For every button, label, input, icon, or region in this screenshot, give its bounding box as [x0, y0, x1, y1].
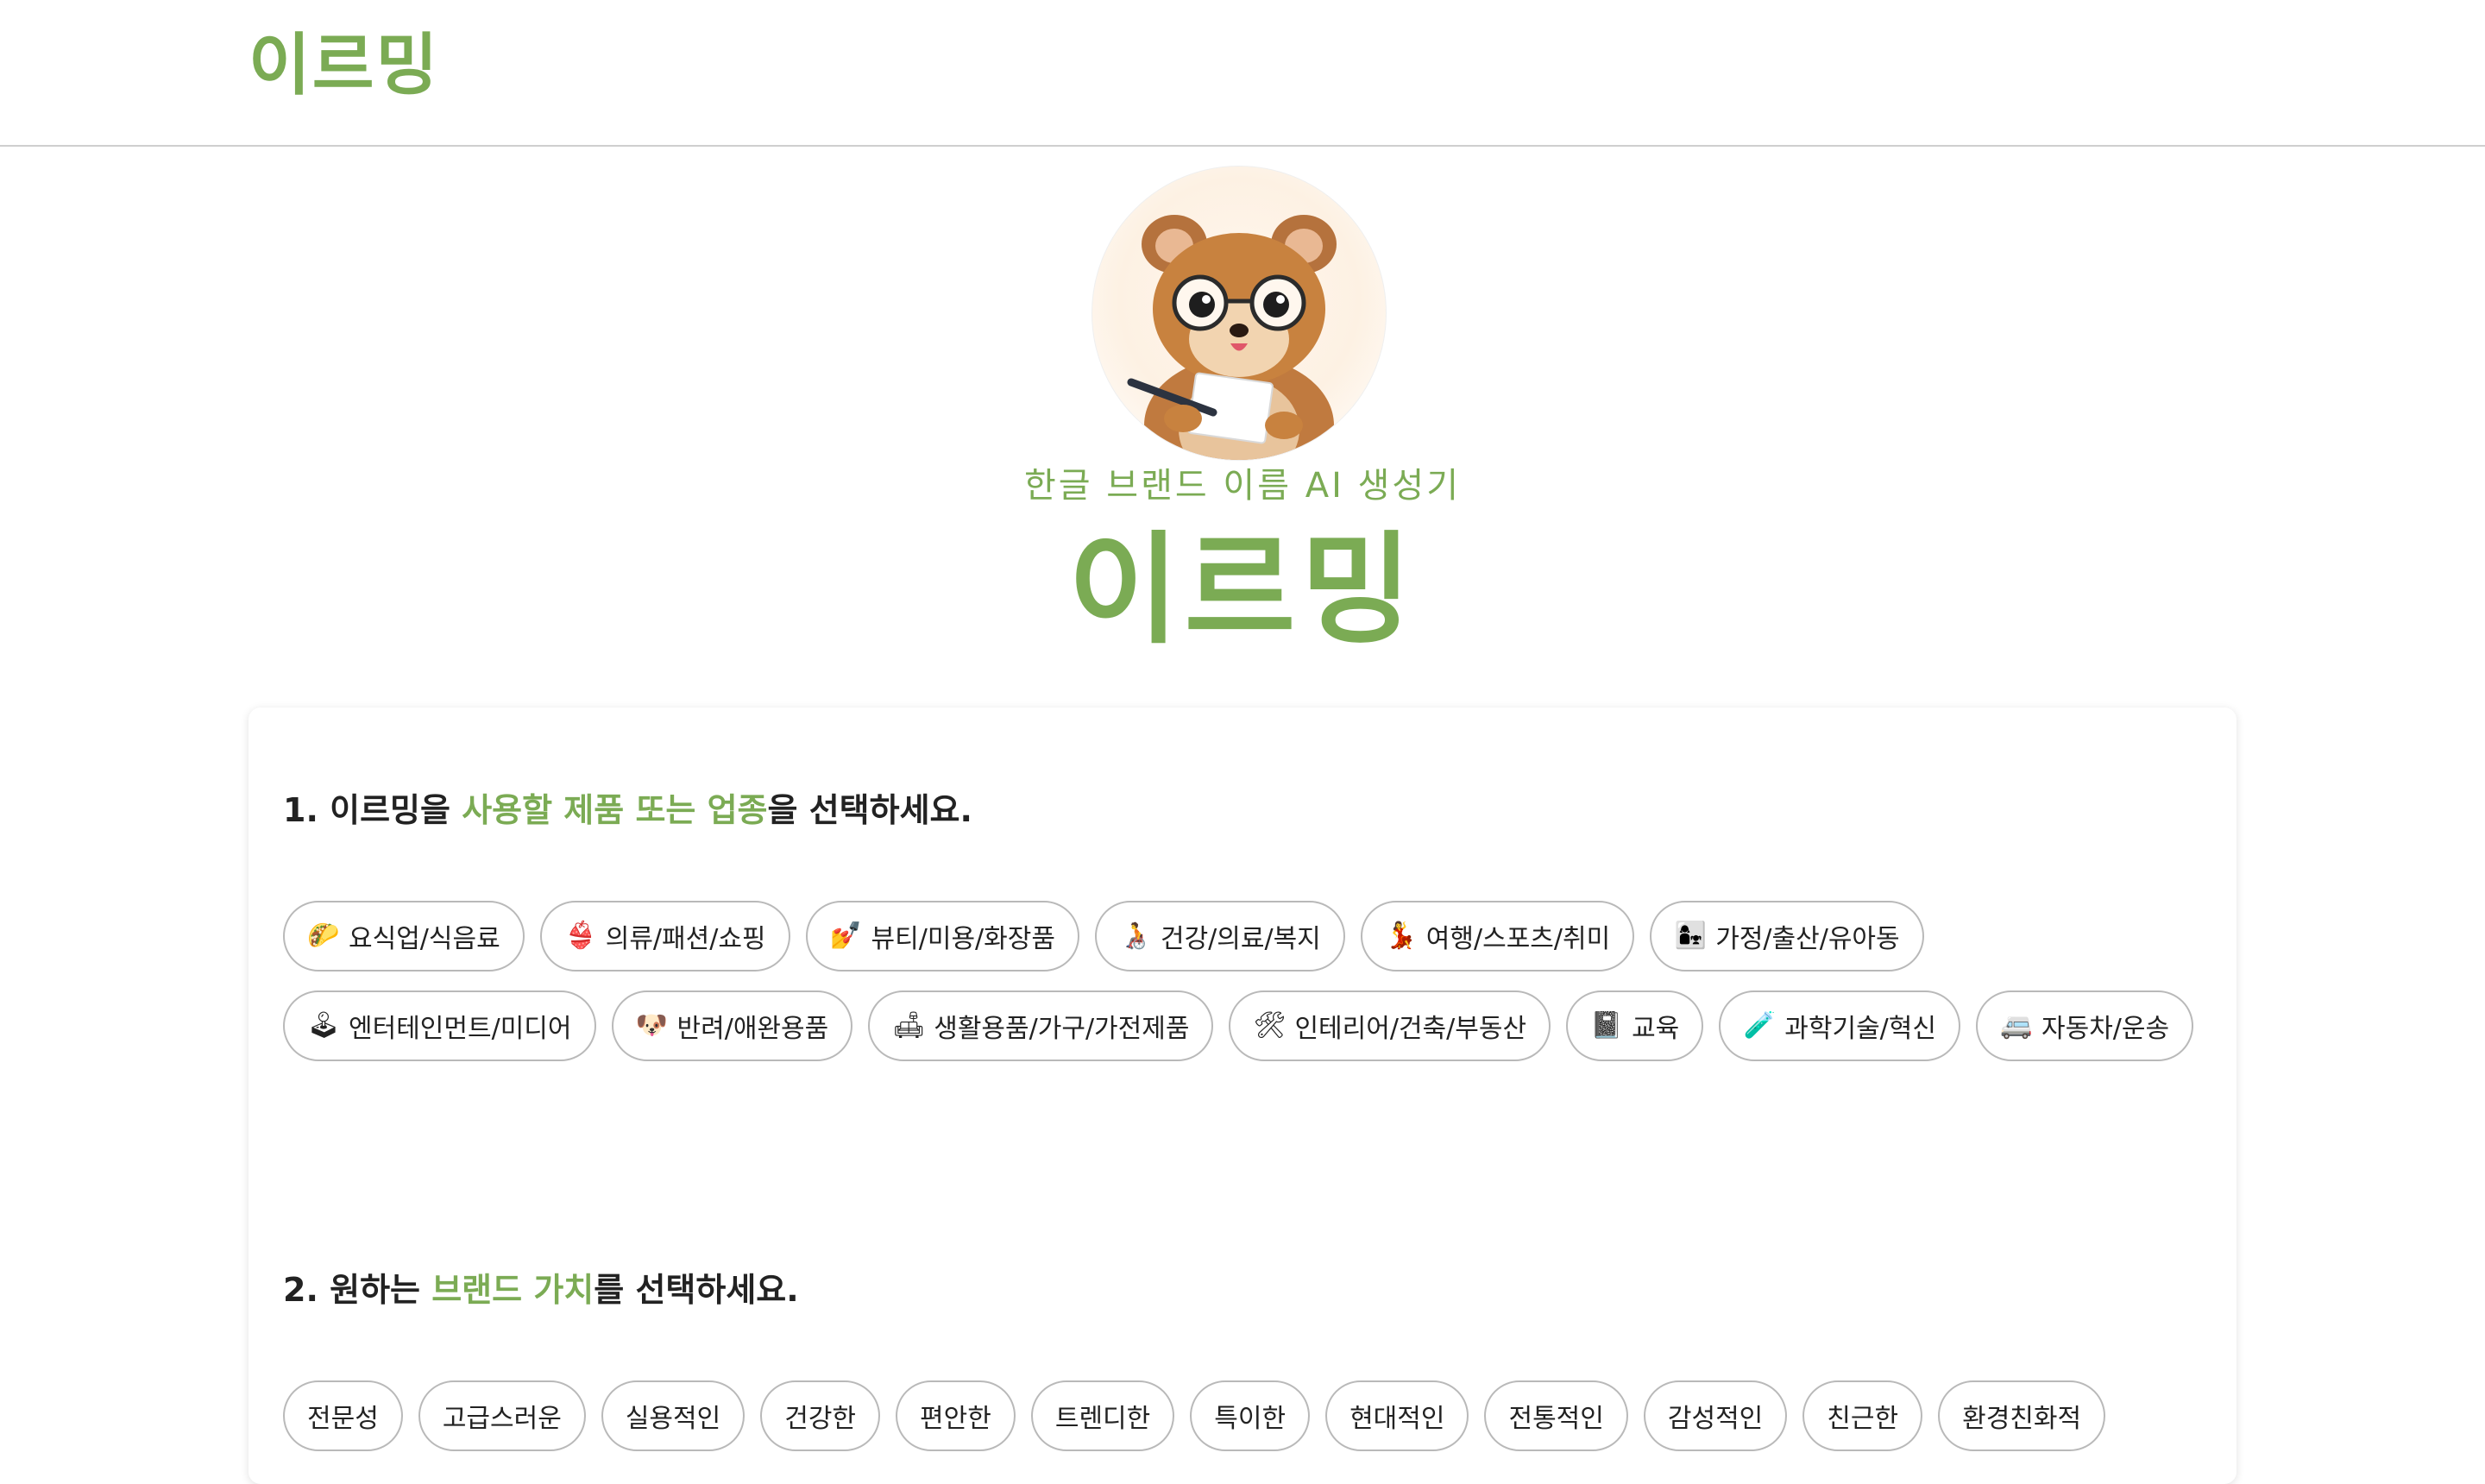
wheelchair-person-icon: 🧑‍🦽: [1119, 921, 1152, 951]
value-chip-emotional[interactable]: 감성적인: [1643, 1380, 1788, 1451]
category-chip-family[interactable]: 👩‍👧 가정/출산/유아동: [1650, 901, 1924, 972]
section-2-title-suffix: 를 선택하세요.: [594, 1271, 799, 1309]
test-tube-icon: 🧪: [1743, 1010, 1776, 1041]
category-chip-health[interactable]: 🧑‍🦽 건강/의료/복지: [1094, 901, 1345, 972]
value-chip-friendly[interactable]: 친근한: [1802, 1380, 1923, 1451]
value-chip-practical[interactable]: 실용적인: [601, 1380, 746, 1451]
couch-icon: 🛋: [892, 1010, 926, 1041]
form-card: 1. 이르밍을 사용할 제품 또는 업종을 선택하세요. 🌮 요식업/식음료 👙 의…: [248, 707, 2236, 1484]
section-1-title-highlight: 사용할 제품 또는 업종: [462, 791, 768, 829]
category-chip-fashion[interactable]: 👙 의류/패션/쇼핑: [539, 901, 790, 972]
chip-label: 교육: [1632, 1014, 1680, 1044]
van-icon: 🚐: [2000, 1010, 2033, 1041]
chip-label: 요식업/식음료: [349, 924, 500, 954]
section-2-title-prefix: 2. 원하는: [283, 1271, 432, 1309]
value-chip-healthy[interactable]: 건강한: [760, 1380, 881, 1451]
category-chip-beauty[interactable]: 💅 뷰티/미용/화장품: [805, 901, 1079, 972]
mascot-avatar: [1092, 166, 1387, 461]
category-chip-food[interactable]: 🌮 요식업/식음료: [283, 901, 525, 972]
value-chip-trendy[interactable]: 트렌디한: [1030, 1380, 1175, 1451]
chip-label: 의류/패션/쇼핑: [605, 924, 766, 954]
chip-label: 인테리어/건축/부동산: [1294, 1014, 1527, 1044]
quokka-mascot-icon: [1127, 215, 1337, 460]
category-chip-auto[interactable]: 🚐 자동차/운송: [1976, 990, 2194, 1061]
category-chip-education[interactable]: 📓 교육: [1566, 990, 1704, 1061]
chip-label: 반려/애완용품: [676, 1014, 829, 1044]
family-icon: 👩‍👧: [1674, 921, 1707, 951]
taco-icon: 🌮: [307, 921, 340, 951]
category-chip-science[interactable]: 🧪 과학기술/혁신: [1719, 990, 1960, 1061]
dancer-icon: 💃: [1385, 921, 1418, 951]
category-chip-pet[interactable]: 🐶 반려/애완용품: [611, 990, 853, 1061]
category-row-1: 🌮 요식업/식음료 👙 의류/패션/쇼핑 💅 뷰티/미용/화장품 🧑‍🦽 건강/의료/복…: [283, 901, 1924, 972]
hero-section: 한글 브랜드 이름 AI 생성기 이르밍: [0, 147, 2485, 699]
section-2-title: 2. 원하는 브랜드 가치를 선택하세요.: [283, 1268, 799, 1311]
chip-label: 엔터테인먼트/미디어: [349, 1014, 572, 1044]
category-chip-entertainment[interactable]: 🕹 엔터테인먼트/미디어: [283, 990, 596, 1061]
chip-label: 자동차/운송: [2041, 1014, 2170, 1044]
chip-label: 생활용품/가구/가전제품: [934, 1014, 1190, 1044]
category-row-2: 🕹 엔터테인먼트/미디어 🐶 반려/애완용품 🛋 생활용품/가구/가전제품 🛠 인테리어…: [283, 990, 2194, 1061]
tools-icon: 🛠: [1253, 1010, 1287, 1041]
hero-subtitle: 한글 브랜드 이름 AI 생성기: [1023, 466, 1462, 506]
header-logo[interactable]: 이르밍: [248, 22, 439, 109]
chip-label: 뷰티/미용/화장품: [871, 924, 1055, 954]
hero-title: 이르밍: [1067, 520, 1418, 661]
value-chip-expertise[interactable]: 전문성: [283, 1380, 403, 1451]
value-chip-luxurious[interactable]: 고급스러운: [418, 1380, 586, 1451]
value-chip-comfortable[interactable]: 편안한: [896, 1380, 1016, 1451]
dog-icon: 🐶: [635, 1010, 669, 1041]
value-chip-eco-friendly[interactable]: 환경친화적: [1938, 1380, 2106, 1451]
section-1-title-suffix: 을 선택하세요.: [767, 791, 972, 829]
value-chip-modern[interactable]: 현대적인: [1325, 1380, 1469, 1451]
section-1-title: 1. 이르밍을 사용할 제품 또는 업종을 선택하세요.: [283, 789, 972, 832]
brand-value-row: 전문성 고급스러운 실용적인 건강한 편안한 트렌디한 특이한 현대적인 전통적…: [283, 1380, 2106, 1451]
section-1-title-prefix: 1. 이르밍을: [283, 791, 462, 829]
top-navbar: 이르밍: [0, 0, 2485, 147]
joystick-icon: 🕹: [307, 1010, 341, 1041]
value-chip-traditional[interactable]: 전통적인: [1484, 1380, 1628, 1451]
notebook-icon: 📓: [1590, 1010, 1623, 1041]
nail-polish-icon: 💅: [829, 921, 863, 951]
chip-label: 과학기술/혁신: [1784, 1014, 1936, 1044]
chip-label: 가정/출산/유아동: [1715, 924, 1900, 954]
bikini-icon: 👙: [564, 921, 597, 951]
section-2-title-highlight: 브랜드 가치: [431, 1271, 595, 1309]
chip-label: 건강/의료/복지: [1160, 924, 1321, 954]
category-chip-living[interactable]: 🛋 생활용품/가구/가전제품: [868, 990, 1214, 1061]
value-chip-unique[interactable]: 특이한: [1190, 1380, 1311, 1451]
chip-label: 여행/스포츠/취미: [1425, 924, 1611, 954]
category-chip-interior[interactable]: 🛠 인테리어/건축/부동산: [1229, 990, 1551, 1061]
category-chip-travel[interactable]: 💃 여행/스포츠/취미: [1360, 901, 1635, 972]
